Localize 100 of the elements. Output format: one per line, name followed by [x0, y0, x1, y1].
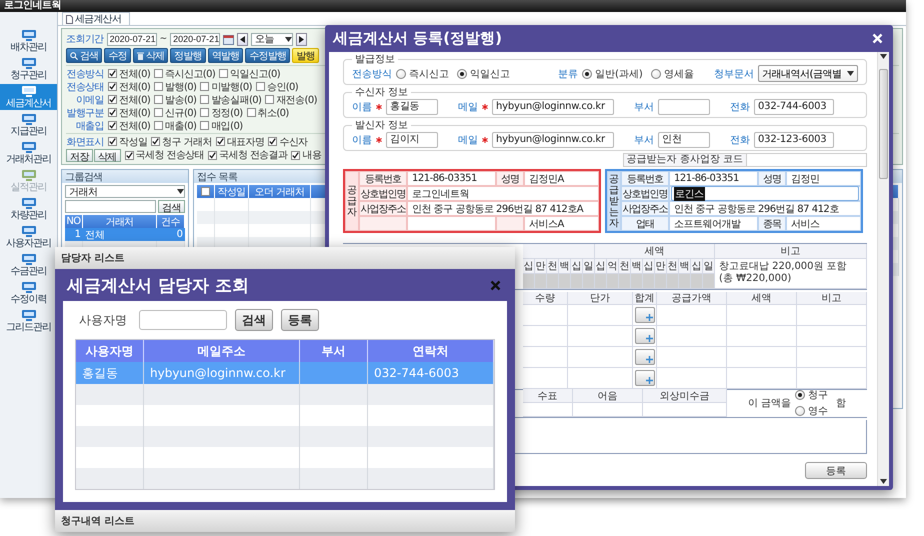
table-cell [523, 347, 568, 368]
input-field[interactable]: hybyun@loginnw.co.kr [492, 132, 614, 148]
input-field[interactable]: hybyun@loginnw.co.kr [492, 98, 614, 114]
checkbox[interactable] [200, 95, 210, 104]
checkbox[interactable] [200, 82, 210, 91]
scrollbar[interactable] [877, 52, 889, 486]
sidebar-item[interactable]: 세금계산서 [0, 84, 57, 110]
checkbox[interactable] [201, 187, 210, 196]
monitor-icon [20, 29, 36, 41]
radio-button[interactable] [795, 406, 806, 416]
company-field[interactable]: 로긴스 [671, 186, 859, 201]
register-button[interactable]: 등록 [805, 462, 867, 479]
toolbar-button[interactable]: 수정 [104, 48, 131, 63]
input-field[interactable] [139, 310, 227, 330]
checkbox[interactable] [200, 108, 210, 117]
sidebar-item[interactable]: 지급관리 [0, 112, 57, 138]
input-field[interactable]: 홍길동 [386, 98, 438, 114]
checkbox[interactable] [108, 95, 117, 104]
input-field[interactable]: 032-744-6003 [754, 98, 834, 114]
checkbox[interactable] [154, 121, 164, 130]
sidebar-item[interactable]: 배차관리 [0, 28, 57, 54]
attachment-select[interactable]: 거래내역서(금액별 [758, 65, 858, 82]
sidebar-item[interactable]: 차량관리 [0, 196, 57, 222]
option-label: 발행(0) [165, 80, 196, 94]
sidebar-item[interactable]: 수금관리 [0, 252, 57, 278]
page-icon [66, 14, 73, 24]
field-label: 이름 [352, 100, 372, 114]
trash-icon [136, 52, 144, 60]
delete-button[interactable]: 삭제 [132, 48, 168, 63]
checkbox[interactable] [216, 137, 225, 146]
input-field[interactable] [658, 98, 710, 114]
table-cell: 121-86-03351 [669, 171, 758, 186]
action-button[interactable]: 삭제 [94, 148, 121, 162]
checkbox[interactable] [208, 150, 218, 160]
checkbox[interactable] [151, 137, 160, 146]
period-select[interactable]: 오늘 [251, 32, 294, 46]
search-button[interactable]: 검색 [66, 48, 102, 63]
sidebar-item[interactable]: 수정이력 [0, 280, 57, 306]
toolbar-button[interactable]: 수정발행 [245, 48, 290, 63]
action-button[interactable]: 저장 [66, 148, 93, 162]
issue-button[interactable]: 발행 [292, 48, 319, 63]
input-field[interactable]: 김이지 [386, 132, 438, 148]
sidebar-item[interactable]: 청구관리 [0, 56, 57, 82]
column-header: 부서 [300, 340, 368, 362]
table-cell [667, 274, 679, 289]
next-button[interactable] [296, 32, 308, 46]
sidebar-item[interactable]: 그리드관리 [0, 308, 57, 334]
sidebar-item[interactable]: 거래처관리 [0, 140, 57, 166]
checkbox[interactable] [124, 150, 134, 160]
checkbox[interactable] [154, 82, 164, 91]
left-triangle-icon [240, 36, 246, 42]
input-field[interactable]: 인천 [658, 132, 710, 148]
radio-button[interactable] [795, 390, 806, 400]
option-label: 전체(0) [119, 68, 150, 80]
table-cell [727, 326, 797, 347]
checkbox[interactable] [108, 108, 117, 117]
scroll-thumb[interactable] [879, 69, 888, 179]
date-field[interactable]: 2020-07-21 [106, 32, 157, 46]
search-button[interactable]: 검색 [158, 200, 185, 213]
table-cell: 인천 중구 공항동로 296번길 87 412호 [669, 201, 861, 216]
input-field[interactable]: 032-123-6003 [754, 132, 834, 148]
checkbox[interactable] [108, 69, 117, 78]
table-cell[interactable] [300, 362, 368, 384]
radio-button[interactable] [650, 68, 661, 78]
register-button[interactable]: 등록 [281, 309, 319, 331]
checkbox[interactable] [256, 82, 265, 91]
previous-button[interactable] [237, 32, 248, 46]
group-select[interactable]: 거래처 [65, 185, 185, 198]
input-field[interactable] [747, 153, 867, 167]
monitor-icon [20, 141, 36, 153]
checkbox[interactable] [219, 69, 228, 78]
toolbar-button[interactable]: 역발행 [208, 48, 244, 63]
panel-title: 접수 목록 [197, 170, 238, 184]
sidebar-item[interactable]: 사용자관리 [0, 224, 57, 250]
column-header: 세액 [595, 244, 715, 259]
digit-label: 십 [595, 259, 607, 274]
table-cell [523, 244, 595, 259]
checkbox[interactable] [108, 121, 117, 130]
checkbox[interactable] [246, 108, 256, 117]
table-cell [523, 274, 535, 289]
checkbox[interactable] [291, 150, 300, 160]
checkbox[interactable] [108, 137, 117, 146]
checkbox[interactable] [154, 95, 164, 104]
checkbox[interactable] [268, 137, 278, 146]
radio-button[interactable] [396, 68, 406, 78]
search-field[interactable] [65, 200, 156, 213]
plus-icon [646, 377, 652, 384]
tab[interactable]: 세금계산서 [62, 12, 130, 25]
checkbox[interactable] [265, 95, 274, 104]
date-field[interactable]: 2020-07-21 [170, 32, 220, 46]
search-button[interactable]: 검색 [235, 309, 273, 331]
radio-button[interactable] [582, 68, 592, 78]
checkbox[interactable] [108, 82, 117, 91]
toolbar-button[interactable]: 정발행 [170, 48, 206, 63]
checkbox[interactable] [154, 69, 164, 78]
column-header: 수량 [523, 292, 568, 305]
monitor-icon [20, 309, 36, 321]
checkbox[interactable] [200, 121, 210, 130]
radio-button[interactable] [457, 68, 467, 78]
checkbox[interactable] [154, 108, 164, 117]
